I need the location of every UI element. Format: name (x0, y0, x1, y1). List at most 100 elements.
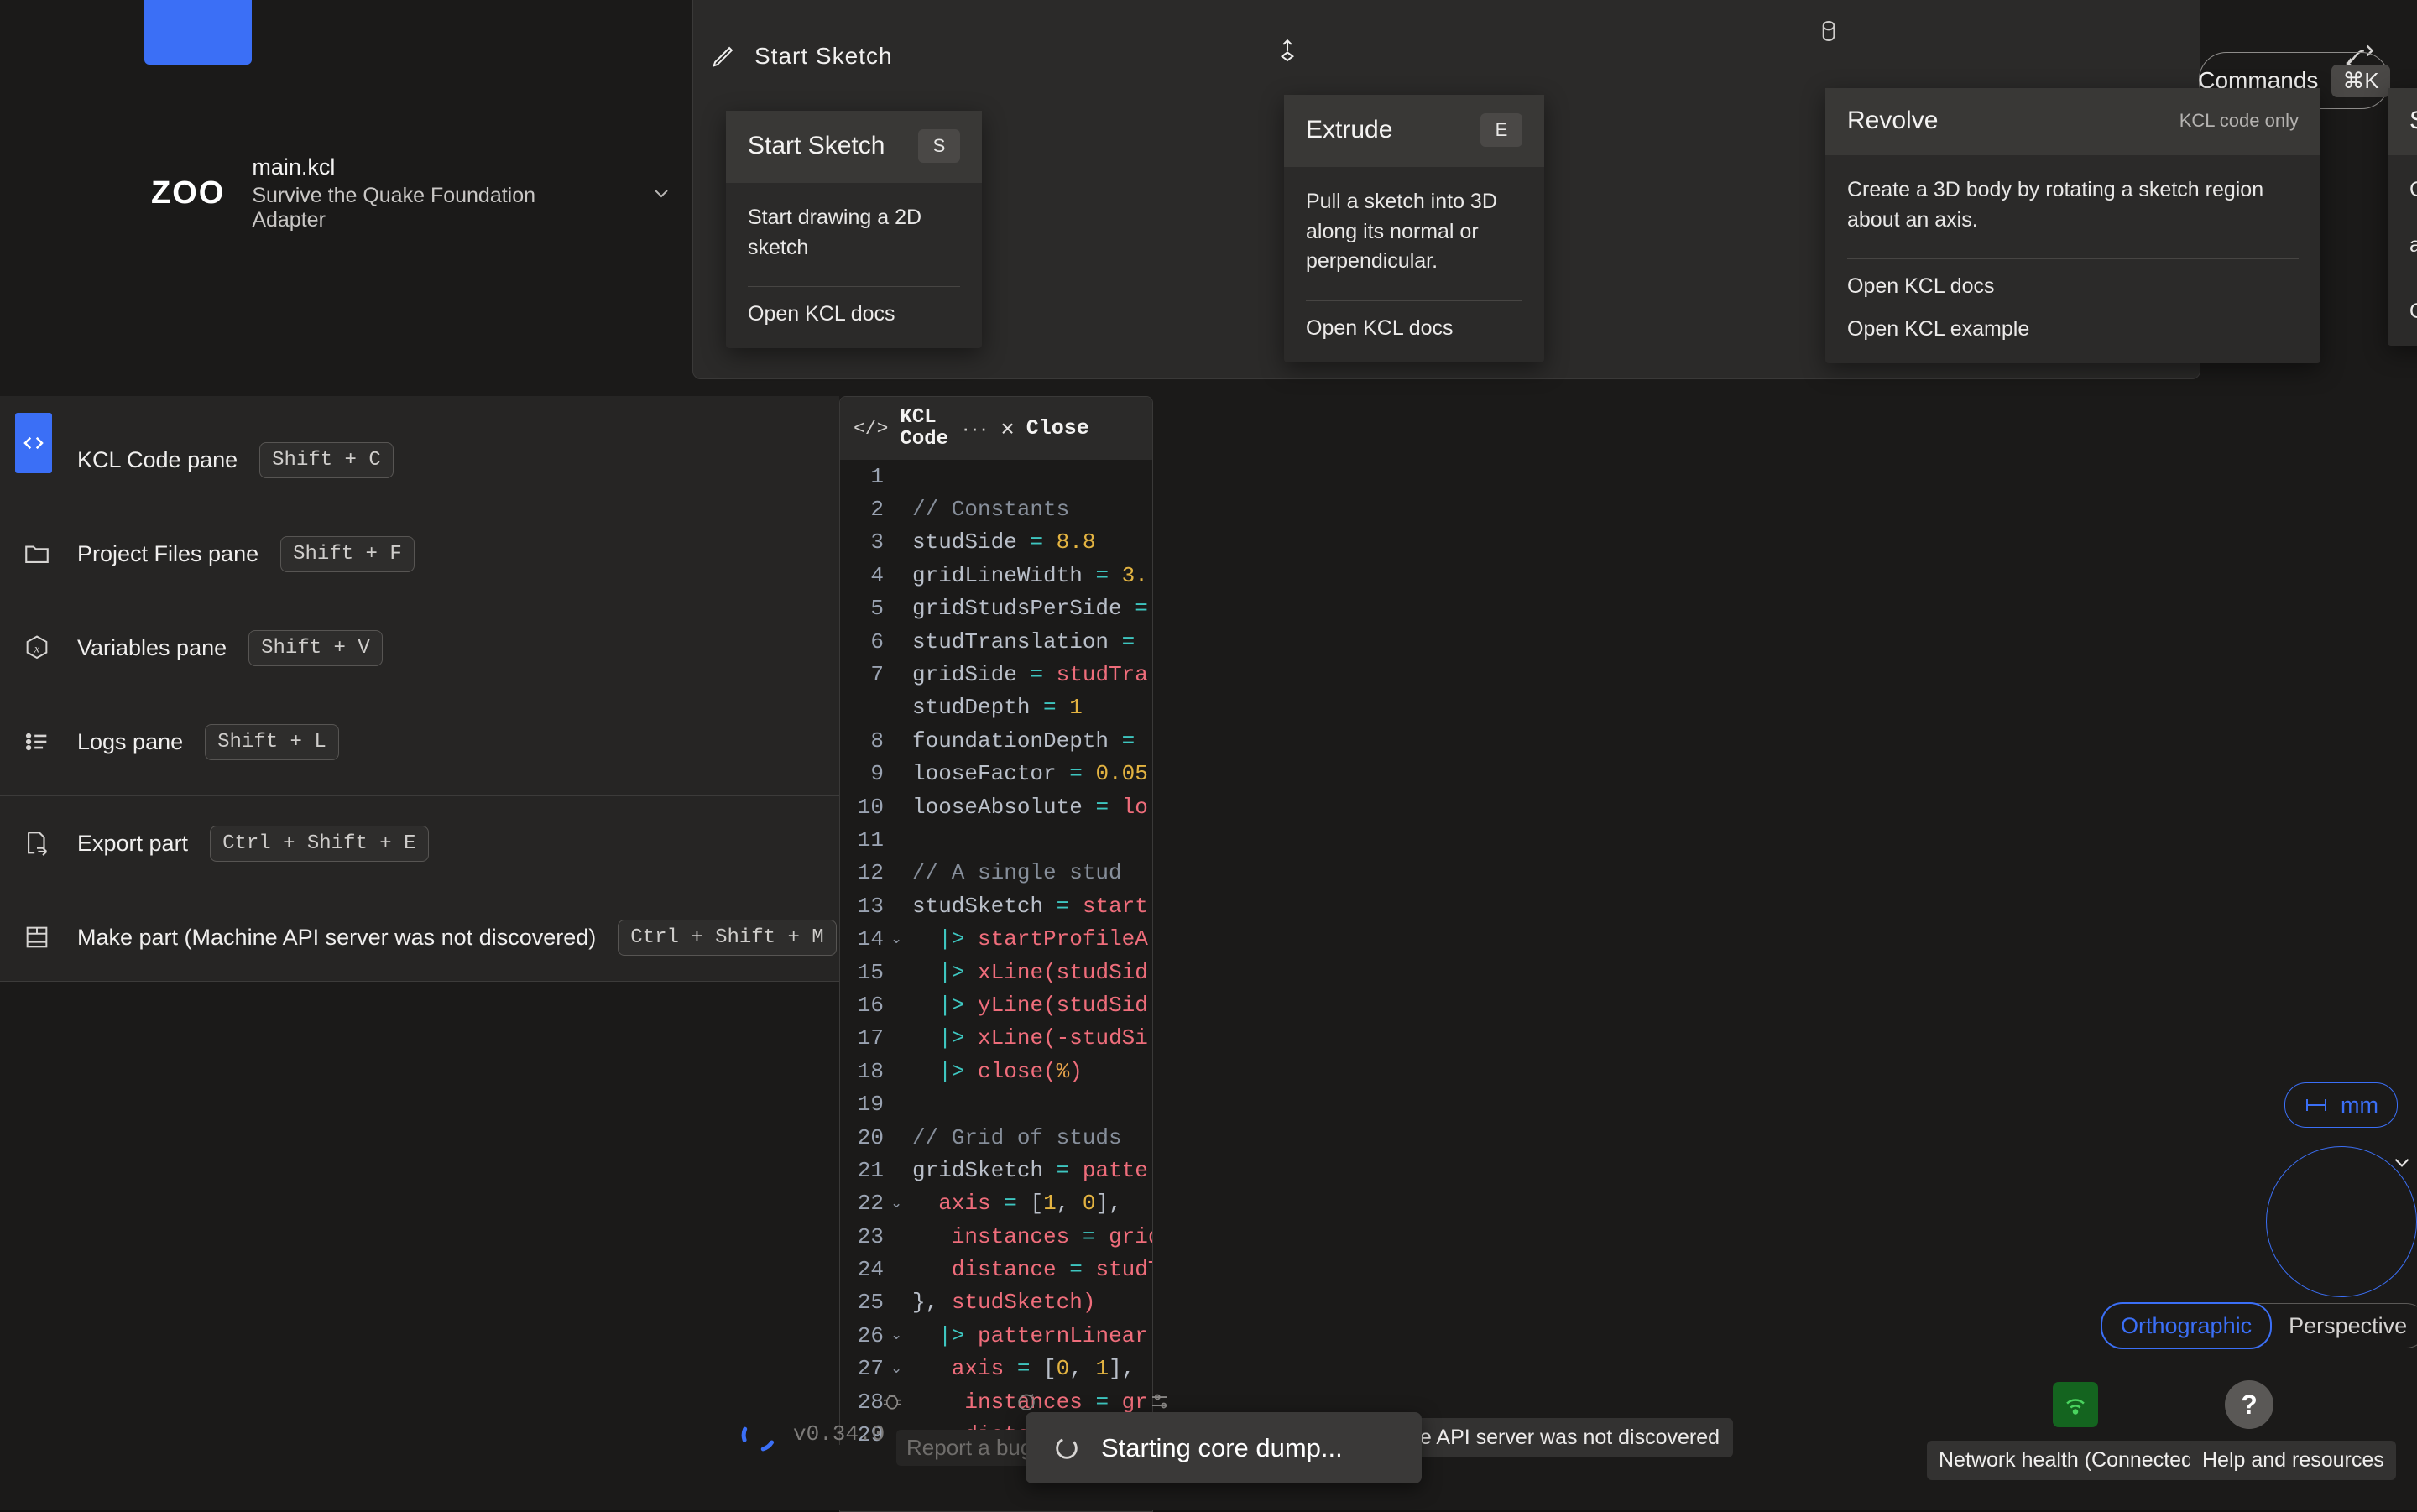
line-number: 7 (870, 662, 884, 688)
svg-text:x: x (34, 643, 40, 656)
line-number: 22 (857, 1191, 884, 1217)
help-icon[interactable]: ? (2225, 1380, 2273, 1429)
popover-link-kcl-example[interactable]: Open KCL example (1847, 317, 2299, 342)
code-line[interactable]: 17 |> xLine(-studSi (840, 1022, 1152, 1055)
chevron-down-icon[interactable] (651, 183, 671, 203)
menu-item-shortcut: Shift + L (205, 723, 339, 760)
fold-toggle-icon[interactable]: ⌄ (890, 1360, 904, 1378)
menu-item-kcl-code-pane[interactable]: KCL Code pane Shift + C (0, 413, 839, 507)
popover-link-kcl-docs[interactable]: Open KCL docs (1306, 316, 1522, 341)
code-line[interactable]: 24 distance = studT (840, 1253, 1152, 1285)
code-line[interactable]: 7 gridSide = studTra (840, 658, 1152, 691)
projection-toggle[interactable]: Orthographic Perspective (2101, 1302, 2417, 1349)
popover-link-kcl-docs[interactable]: O (2409, 300, 2417, 324)
fold-toggle-icon[interactable]: ⌄ (890, 931, 904, 948)
revolve-icon[interactable] (1813, 15, 1845, 47)
fold-toggle-icon[interactable]: ⌄ (890, 1195, 904, 1212)
code-line[interactable]: 3 studSide = 8.8 (840, 526, 1152, 559)
code-line[interactable]: 21 gridSketch = patte (840, 1154, 1152, 1186)
code-line-text: |> startProfileA (938, 926, 1148, 952)
menu-item-project-files-pane[interactable]: Project Files pane Shift + F (0, 507, 839, 601)
code-line[interactable]: 18 |> close(%) (840, 1055, 1152, 1087)
bug-icon[interactable] (880, 1389, 905, 1414)
code-line-text: foundationDepth = (912, 727, 1135, 753)
fold-toggle-icon[interactable]: ⌄ (890, 1327, 904, 1344)
settings-sliders-icon[interactable] (1148, 1389, 1173, 1414)
core-dump-toast[interactable]: Starting core dump... (1026, 1412, 1422, 1483)
line-number: 5 (870, 596, 884, 622)
code-line[interactable]: 12 // A single stud (840, 857, 1152, 889)
code-line[interactable]: 13 studSketch = start (840, 889, 1152, 922)
code-line[interactable]: 5 gridStudsPerSide = (840, 592, 1152, 625)
kcl-code-pane-title: KCL Code (900, 406, 949, 451)
code-line[interactable]: 25}, studSketch) (840, 1286, 1152, 1319)
code-line[interactable]: 15 |> xLine(studSid (840, 956, 1152, 988)
kcl-code-editor[interactable]: 1 2// Constants 3 studSide = 8.8 4 gridLineWi… (840, 460, 1152, 1511)
extrude-icon[interactable] (1271, 38, 1303, 70)
popover-header: Extrude E (1284, 95, 1544, 167)
line-number: 26 (857, 1322, 884, 1348)
code-line[interactable]: 27 ⌄ axis = [0, 1], (840, 1353, 1152, 1385)
menu-item-shortcut: Shift + V (248, 629, 383, 666)
code-line-text: |> xLine(studSid (938, 959, 1148, 985)
line-number: 3 (870, 529, 884, 555)
kcl-code-pane[interactable]: </> KCL Code ··· × Close 1 2// Constants 3… (839, 396, 1153, 1512)
code-line[interactable]: 2 // Constants (840, 493, 1152, 525)
code-line-text: // Grid of studs (912, 1124, 1122, 1150)
overflow-menu-icon[interactable]: ··· (962, 415, 989, 441)
timer-icon[interactable] (1014, 1389, 1039, 1414)
project-description: Survive the Quake Foundation Adapter (252, 183, 536, 232)
units-selector[interactable]: mm (2284, 1082, 2398, 1128)
code-line[interactable]: 8 foundationDepth = (840, 724, 1152, 757)
code-line[interactable]: 6 studTranslation = (840, 625, 1152, 658)
code-line-text: distance = studT (951, 1257, 1152, 1283)
code-line[interactable]: 10 looseAbsolute = lo (840, 790, 1152, 823)
code-line-text: // Constants (912, 497, 1070, 523)
line-number: 13 (857, 893, 884, 919)
close-label[interactable]: Close (1026, 416, 1089, 441)
code-line[interactable]: 11 (840, 823, 1152, 856)
code-line[interactable]: 26 ⌄ |> patternLinear (840, 1319, 1152, 1352)
menu-item-shortcut: Shift + C (259, 441, 394, 478)
menu-item-shortcut: Shift + F (280, 535, 415, 572)
code-line[interactable]: 14 ⌄ |> startProfileA (840, 922, 1152, 955)
popover-link-kcl-docs[interactable]: Open KCL docs (1847, 274, 2299, 299)
popover-header: Revolve KCL code only (1825, 88, 2320, 155)
code-line-text: axis = [1, 0], (938, 1191, 1122, 1217)
menu-item-logs-pane[interactable]: Logs pane Shift + L (0, 695, 839, 789)
code-line[interactable]: 16 |> yLine(studSid (840, 988, 1152, 1021)
network-health-icon[interactable] (2053, 1382, 2098, 1427)
popover-header: S (2388, 88, 2417, 155)
code-line[interactable]: 1 (840, 460, 1152, 493)
chevron-down-icon[interactable] (2391, 1151, 2413, 1173)
units-label: mm (2341, 1092, 2378, 1118)
line-number: 18 (857, 1058, 884, 1084)
code-line[interactable]: studDepth = 1 (840, 691, 1152, 724)
code-line[interactable]: 9 looseFactor = 0.05 (840, 758, 1152, 790)
code-line[interactable]: 20 // Grid of studs (840, 1121, 1152, 1154)
menu-item-variables-pane[interactable]: x Variables pane Shift + V (0, 601, 839, 695)
popover-description-line2: al (2409, 232, 2417, 257)
variables-icon: x (18, 629, 55, 666)
popover-extrude[interactable]: Extrude E Pull a sketch into 3D along it… (1284, 95, 1544, 362)
projection-orthographic-option[interactable]: Orthographic (2101, 1302, 2273, 1349)
pencil-icon (709, 42, 738, 70)
code-line[interactable]: 19 (840, 1087, 1152, 1120)
menu-item-export-part[interactable]: Export part Ctrl + Shift + E (0, 796, 839, 890)
code-line-text: studTranslation = (912, 628, 1135, 654)
project-header[interactable]: ZOO main.kcl Survive the Quake Foundatio… (151, 154, 671, 232)
code-line[interactable]: 23 instances = grid (840, 1220, 1152, 1253)
popover-revolve[interactable]: Revolve KCL code only Create a 3D body b… (1825, 88, 2320, 363)
popover-sweep-clipped[interactable]: S C al O (2388, 88, 2417, 346)
menu-item-make-part[interactable]: Make part (Machine API server was not di… (0, 890, 839, 984)
popover-title: Start Sketch (748, 132, 885, 159)
code-line[interactable]: 22 ⌄ axis = [1, 0], (840, 1187, 1152, 1220)
code-line[interactable]: 4 gridLineWidth = 3. (840, 559, 1152, 592)
report-bug-tooltip[interactable]: Report a bug (896, 1430, 1043, 1466)
popover-start-sketch[interactable]: Start Sketch S Start drawing a 2D sketch… (726, 111, 982, 348)
close-icon[interactable]: × (1000, 415, 1014, 442)
popover-link-kcl-docs[interactable]: Open KCL docs (748, 302, 960, 326)
pane-shortcuts-menu: KCL Code pane Shift + C Project Files pa… (0, 396, 839, 982)
projection-perspective-option[interactable]: Perspective (2272, 1313, 2417, 1339)
toolbar-heading-label: Start Sketch (754, 43, 893, 69)
